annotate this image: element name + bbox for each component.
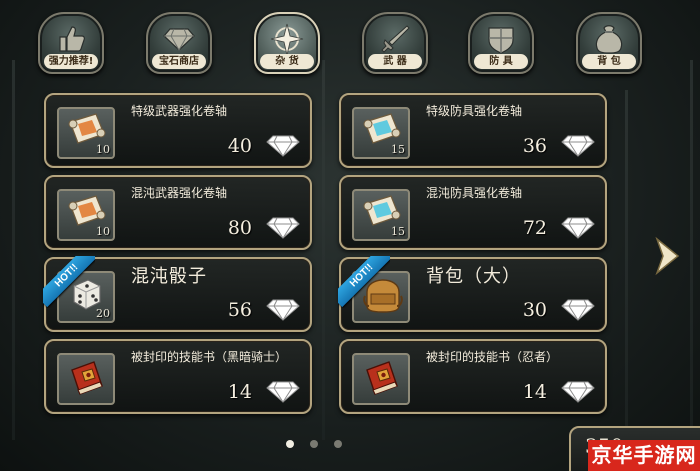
- backpack-icon: [363, 279, 403, 313]
- shop-item-card[interactable]: 被封印的技能书（忍者） 14: [339, 339, 607, 414]
- gem-icon: [266, 381, 300, 403]
- page-dot[interactable]: [334, 440, 342, 448]
- shop-item-card[interactable]: 10 特级武器强化卷轴 40: [44, 93, 312, 168]
- tab-label: 杂 货: [260, 54, 314, 69]
- sword-icon: [378, 24, 412, 54]
- tab-label: 防 具: [474, 54, 528, 69]
- category-tabs: 强力推荐! 宝石商店 杂 货 武 器 防 具 背 包: [0, 6, 700, 74]
- tab-gem-shop[interactable]: 宝石商店: [146, 12, 212, 74]
- diamond-icon: [162, 24, 196, 54]
- item-name: 被封印的技能书（忍者）: [426, 350, 559, 364]
- item-name: 被封印的技能书（黑暗骑士）: [131, 350, 288, 364]
- gem-icon: [266, 217, 300, 239]
- scroll-blue-icon: [363, 195, 401, 226]
- item-price: 72: [522, 217, 547, 239]
- item-price: 40: [227, 135, 252, 157]
- scroll-orange-icon: [68, 113, 106, 144]
- page-indicator: [286, 440, 342, 448]
- page-dot[interactable]: [310, 440, 318, 448]
- sack-icon: [592, 24, 626, 54]
- site-watermark: 京华手游网: [588, 440, 700, 471]
- gem-icon: [266, 135, 300, 157]
- compass-star-icon: [270, 23, 304, 55]
- item-price: 14: [227, 381, 252, 403]
- item-quantity: 20: [96, 307, 110, 320]
- tab-label: 武 器: [368, 54, 422, 69]
- item-name: 特级武器强化卷轴: [131, 104, 228, 118]
- shop-item-card[interactable]: 15 混沌防具强化卷轴 72: [339, 175, 607, 250]
- tab-armor[interactable]: 防 具: [468, 12, 534, 74]
- item-price: 30: [522, 299, 547, 321]
- gem-icon: [561, 217, 595, 239]
- item-quantity: 10: [96, 143, 110, 156]
- item-thumbnail: 20: [57, 271, 115, 323]
- item-thumbnail: 10: [57, 107, 115, 159]
- item-price: 80: [227, 217, 252, 239]
- shield-icon: [484, 24, 518, 54]
- scroll-blue-icon: [363, 113, 401, 144]
- skill-book-icon: [366, 361, 398, 395]
- item-price: 36: [522, 135, 547, 157]
- tab-label: 强力推荐!: [44, 54, 98, 69]
- shop-item-card[interactable]: 15 特级防具强化卷轴 36: [339, 93, 607, 168]
- item-name: 混沌武器强化卷轴: [131, 186, 228, 200]
- item-quantity: 10: [96, 225, 110, 238]
- skill-book-icon: [71, 361, 103, 395]
- item-thumbnail: 10: [57, 189, 115, 241]
- shop-item-card[interactable]: 背包（大） 30 HOT!!: [338, 256, 607, 332]
- item-name: 混沌防具强化卷轴: [426, 186, 523, 200]
- shop-item-card[interactable]: 20 混沌骰子 56 HOT!!: [43, 256, 312, 332]
- item-thumbnail: 15: [352, 189, 410, 241]
- gem-icon: [561, 135, 595, 157]
- tab-weapons[interactable]: 武 器: [362, 12, 428, 74]
- tab-label: 背 包: [582, 54, 636, 69]
- gem-icon: [266, 299, 300, 321]
- page-dot[interactable]: [286, 440, 294, 448]
- item-quantity: 15: [391, 225, 405, 238]
- item-quantity: 15: [391, 143, 405, 156]
- thumbs-up-icon: [54, 24, 88, 54]
- item-thumbnail: 15: [352, 107, 410, 159]
- item-name: 背包（大）: [426, 266, 521, 287]
- tab-recommended[interactable]: 强力推荐!: [38, 12, 104, 74]
- item-price: 56: [227, 299, 252, 321]
- tab-bags[interactable]: 背 包: [576, 12, 642, 74]
- scroll-orange-icon: [68, 195, 106, 226]
- item-thumbnail: [57, 353, 115, 405]
- item-name: 混沌骰子: [131, 266, 207, 287]
- shop-item-card[interactable]: 被封印的技能书（黑暗骑士） 14: [44, 339, 312, 414]
- tab-misc[interactable]: 杂 货: [254, 12, 320, 74]
- item-price: 14: [522, 381, 547, 403]
- item-thumbnail: [352, 271, 410, 323]
- gem-icon: [561, 381, 595, 403]
- gem-icon: [561, 299, 595, 321]
- item-thumbnail: [352, 353, 410, 405]
- tab-label: 宝石商店: [152, 54, 206, 69]
- shop-item-card[interactable]: 10 混沌武器强化卷轴 80: [44, 175, 312, 250]
- next-page-arrow-icon[interactable]: [652, 236, 682, 276]
- item-name: 特级防具强化卷轴: [426, 104, 523, 118]
